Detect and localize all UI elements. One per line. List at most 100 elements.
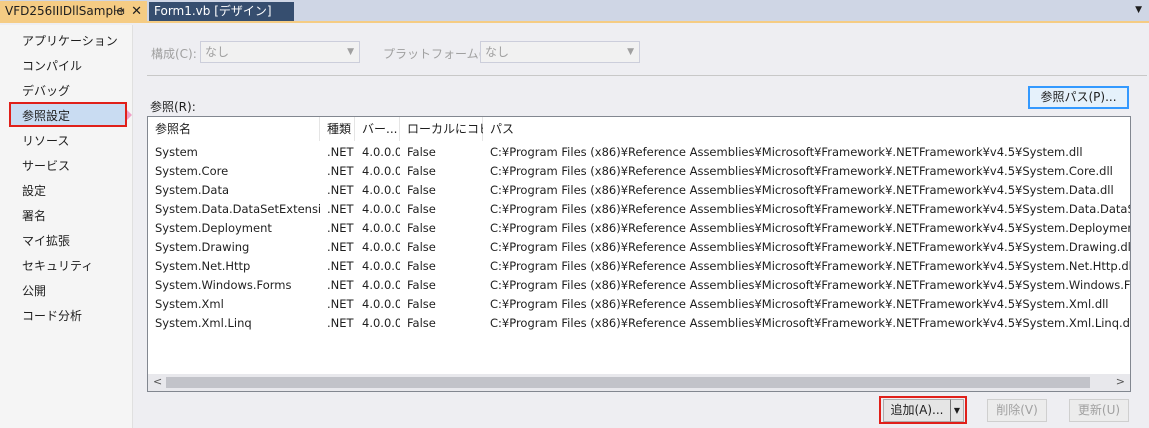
configuration-label: 構成(C): [151, 47, 197, 61]
pin-icon[interactable]: ⊣ı [114, 1, 126, 22]
references-label: 参照(R): [150, 100, 196, 114]
table-row[interactable]: System.Data.DataSetExtensions .NET 4.0.0… [148, 200, 1130, 219]
table-row[interactable]: System.Net.Http .NET 4.0.0.0 False C:¥Pr… [148, 257, 1130, 276]
table-row[interactable]: System.Windows.Forms .NET 4.0.0.0 False … [148, 276, 1131, 295]
platform-select[interactable]: なし ▼ [480, 41, 640, 63]
table-row[interactable]: System.Core .NET 4.0.0.0 False C:¥Progra… [148, 162, 1130, 181]
row-version: 4.0.0.0 [362, 278, 400, 292]
tab-list-dropdown-icon[interactable]: ▼ [1135, 5, 1142, 15]
row-name: System [155, 145, 198, 159]
row-version: 4.0.0.0 [362, 164, 400, 178]
row-type: .NET [327, 164, 354, 178]
row-type: .NET [327, 278, 354, 292]
nav-item-application[interactable]: アプリケーション [22, 32, 118, 50]
row-path: C:¥Program Files (x86)¥Reference Assembl… [490, 316, 1131, 330]
row-type: .NET [327, 316, 354, 330]
nav-item-compile[interactable]: コンパイル [22, 57, 82, 75]
configuration-select[interactable]: なし ▼ [200, 41, 360, 63]
row-version: 4.0.0.0 [362, 221, 400, 235]
row-name: System.Xml [155, 297, 224, 311]
close-icon[interactable]: ✕ [131, 1, 142, 22]
nav-item-settings[interactable]: 設定 [22, 182, 46, 200]
row-type: .NET [327, 145, 354, 159]
scroll-left-icon[interactable]: < [153, 375, 162, 388]
row-version: 4.0.0.0 [362, 183, 400, 197]
row-path: C:¥Program Files (x86)¥Reference Assembl… [490, 164, 1113, 178]
nav-item-my-extensions[interactable]: マイ拡張 [22, 232, 70, 250]
divider [147, 75, 1147, 76]
row-copy-local: False [407, 164, 436, 178]
column-header-path[interactable]: パス [483, 117, 1130, 141]
chevron-down-icon: ▼ [347, 47, 354, 57]
add-reference-button[interactable]: 追加(A)... [883, 399, 950, 422]
row-name: System.Xml.Linq [155, 316, 252, 330]
column-header-name[interactable]: 参照名 [148, 117, 320, 141]
nav-item-security[interactable]: セキュリティ [22, 257, 93, 275]
row-version: 4.0.0.0 [362, 297, 400, 311]
nav-item-debug[interactable]: デバッグ [22, 82, 70, 100]
row-type: .NET [327, 183, 354, 197]
scroll-right-icon[interactable]: > [1116, 375, 1125, 388]
add-dropdown-icon[interactable]: ▼ [950, 399, 964, 422]
nav-item-code-analysis[interactable]: コード分析 [22, 307, 82, 325]
nav-item-services[interactable]: サービス [22, 157, 70, 175]
row-copy-local: False [407, 316, 436, 330]
row-copy-local: False [407, 183, 436, 197]
row-path: C:¥Program Files (x86)¥Reference Assembl… [490, 278, 1131, 292]
references-list[interactable]: 参照名 種類 バー... ローカルにコピー パス System .NET 4.0… [147, 116, 1131, 392]
configuration-value: なし [205, 45, 230, 59]
nav-item-signing[interactable]: 署名 [22, 207, 46, 225]
tab-project-properties[interactable]: VFD256IIIDllSample ⊣ı ✕ [0, 1, 147, 22]
chevron-down-icon: ▼ [627, 47, 634, 57]
row-path: C:¥Program Files (x86)¥Reference Assembl… [490, 183, 1114, 197]
nav-item-references[interactable]: 参照設定 [22, 107, 70, 125]
row-version: 4.0.0.0 [362, 202, 400, 216]
row-version: 4.0.0.0 [362, 145, 400, 159]
nav-item-resources[interactable]: リソース [22, 132, 69, 150]
row-path: C:¥Program Files (x86)¥Reference Assembl… [490, 202, 1130, 216]
table-row[interactable]: System .NET 4.0.0.0 False C:¥Program Fil… [148, 143, 1130, 162]
table-row[interactable]: System.Deployment .NET 4.0.0.0 False C:¥… [148, 219, 1131, 238]
table-row[interactable]: System.Data .NET 4.0.0.0 False C:¥Progra… [148, 181, 1130, 200]
row-copy-local: False [407, 145, 436, 159]
row-copy-local: False [407, 221, 436, 235]
row-copy-local: False [407, 259, 436, 273]
tab-inactive-label: Form1.vb [デザイン] [154, 4, 272, 18]
update-button[interactable]: 更新(U) [1069, 399, 1129, 422]
row-path: C:¥Program Files (x86)¥Reference Assembl… [490, 221, 1131, 235]
table-row[interactable]: System.Xml.Linq .NET 4.0.0.0 False C:¥Pr… [148, 314, 1131, 333]
scrollbar-thumb[interactable] [166, 377, 1090, 388]
tab-active-label: VFD256IIIDllSample [5, 4, 124, 18]
row-copy-local: False [407, 240, 436, 254]
row-type: .NET [327, 221, 354, 235]
row-path: C:¥Program Files (x86)¥Reference Assembl… [490, 240, 1131, 254]
row-name: System.Windows.Forms [155, 278, 292, 292]
selected-caret-icon [127, 110, 132, 120]
horizontal-scrollbar[interactable]: < > [148, 374, 1130, 391]
row-name: System.Net.Http [155, 259, 251, 273]
table-row[interactable]: System.Xml .NET 4.0.0.0 False C:¥Program… [148, 295, 1130, 314]
tab-form1-designer[interactable]: Form1.vb [デザイン] [149, 2, 294, 21]
row-copy-local: False [407, 297, 436, 311]
row-type: .NET [327, 297, 354, 311]
table-row[interactable]: System.Drawing .NET 4.0.0.0 False C:¥Pro… [148, 238, 1131, 257]
column-header-type[interactable]: 種類 [320, 117, 355, 141]
remove-button[interactable]: 削除(V) [987, 399, 1047, 422]
row-copy-local: False [407, 278, 436, 292]
row-name: System.Core [155, 164, 229, 178]
row-path: C:¥Program Files (x86)¥Reference Assembl… [490, 297, 1109, 311]
reference-paths-button[interactable]: 参照パス(P)... [1028, 86, 1129, 109]
row-version: 4.0.0.0 [362, 259, 400, 273]
column-header-copy-local[interactable]: ローカルにコピー [400, 117, 503, 141]
property-page-nav: アプリケーション コンパイル デバッグ 参照設定 リソース サービス 設定 署名… [0, 25, 133, 428]
row-copy-local: False [407, 202, 436, 216]
row-type: .NET [327, 202, 354, 216]
row-version: 4.0.0.0 [362, 316, 400, 330]
row-version: 4.0.0.0 [362, 240, 400, 254]
row-type: .NET [327, 259, 354, 273]
row-name: System.Data.DataSetExtensions [155, 202, 320, 216]
row-name: System.Deployment [155, 221, 272, 235]
column-header-version[interactable]: バー... [355, 117, 400, 141]
row-name: System.Data [155, 183, 229, 197]
nav-item-publish[interactable]: 公開 [22, 282, 46, 300]
